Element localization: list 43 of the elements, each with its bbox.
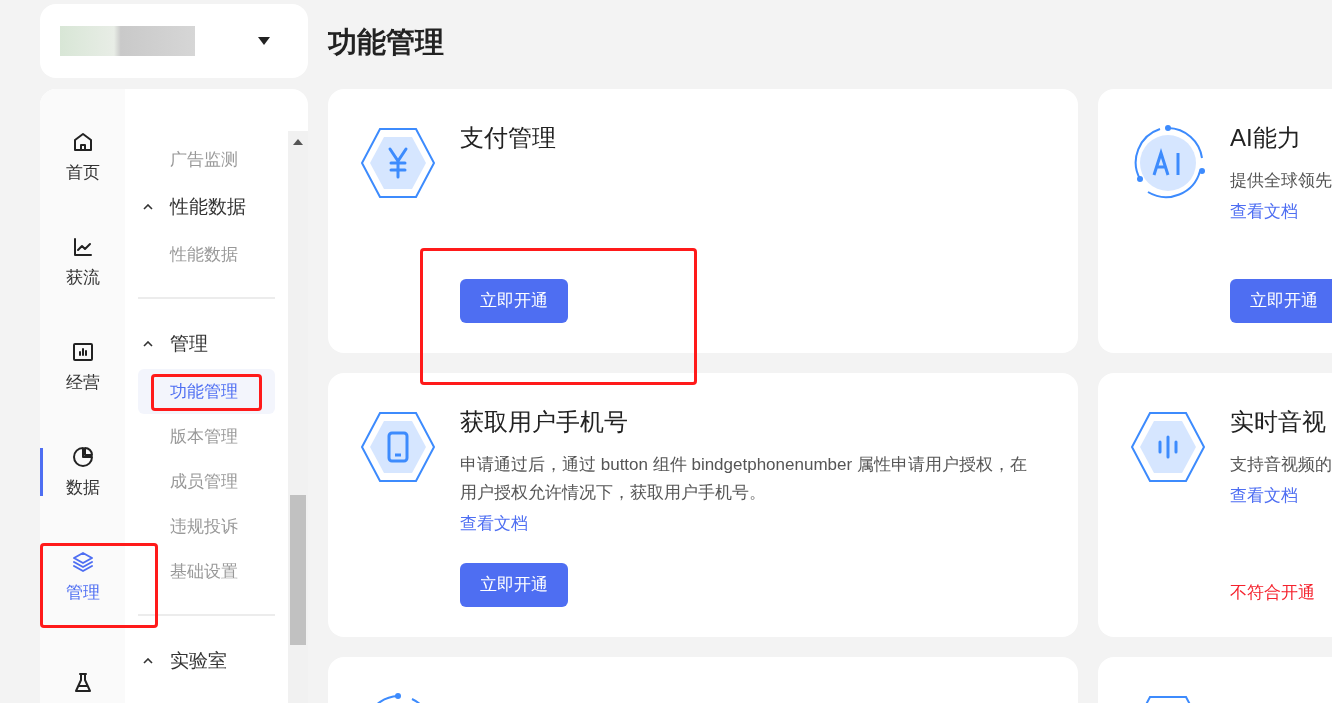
- layers-icon: [70, 549, 95, 574]
- chevron-icon: [143, 658, 153, 664]
- docs-link[interactable]: 查看文档: [1230, 483, 1298, 509]
- submenu-item[interactable]: 违规投诉: [138, 504, 275, 549]
- activate-button[interactable]: 立即开通: [460, 279, 568, 323]
- chevron-icon: [143, 204, 153, 210]
- chevron-icon: [143, 341, 153, 347]
- scrollbar-thumb[interactable]: [290, 495, 306, 645]
- rail-item[interactable]: 首页: [65, 129, 100, 186]
- activate-button[interactable]: 立即开通: [460, 563, 568, 607]
- card-title: 支付管理: [460, 123, 557, 153]
- page-title: 功能管理: [328, 25, 445, 60]
- ineligible-notice: 不符合开通: [1230, 581, 1316, 604]
- card-title: 实时音视: [1230, 407, 1327, 437]
- scroll-up-icon[interactable]: [293, 139, 303, 145]
- docs-link[interactable]: 查看文档: [460, 511, 528, 537]
- docs-link[interactable]: 查看文档: [1230, 199, 1298, 225]
- submenu-item[interactable]: 基础设置: [138, 549, 275, 594]
- card-description: 提供全球领先: [1230, 170, 1332, 192]
- submenu-group[interactable]: 实验室: [138, 636, 275, 686]
- submenu-item[interactable]: 版本管理: [138, 414, 275, 459]
- submenu-item[interactable]: 成员管理: [138, 459, 275, 504]
- submenu-group[interactable]: 管理: [138, 319, 275, 369]
- scrollbar[interactable]: [288, 131, 308, 703]
- submenu-group[interactable]: 性能数据: [138, 182, 275, 232]
- activate-button[interactable]: 立即开通: [1230, 279, 1332, 323]
- submenu-item[interactable]: 性能数据: [138, 232, 275, 277]
- rail-item[interactable]: 获流: [65, 234, 100, 291]
- submenu-item[interactable]: 功能管理: [138, 369, 275, 414]
- sound-bars-icon: [1130, 409, 1206, 485]
- caret-icon: [258, 37, 270, 45]
- card-title: AI能力: [1230, 123, 1302, 153]
- card-description: 支持音视频的: [1230, 454, 1332, 476]
- pie-chart-icon: [70, 444, 95, 469]
- rail-item[interactable]: 经营: [65, 339, 100, 396]
- submenu-item[interactable]: 广告监测: [138, 137, 275, 182]
- rail-item[interactable]: 数据: [65, 444, 100, 501]
- yen-icon: [360, 125, 436, 201]
- rail-item[interactable]: 管理: [65, 549, 100, 606]
- card-description: 申请通过后，通过 button 组件 bindgetphonenumber 属性申请用户授权，在用户授权允许情况下，获取用户手机号。: [460, 454, 1028, 504]
- phone-icon: [360, 409, 436, 485]
- app-switcher[interactable]: [40, 4, 308, 78]
- card-title: 获取用户手机号: [460, 407, 629, 437]
